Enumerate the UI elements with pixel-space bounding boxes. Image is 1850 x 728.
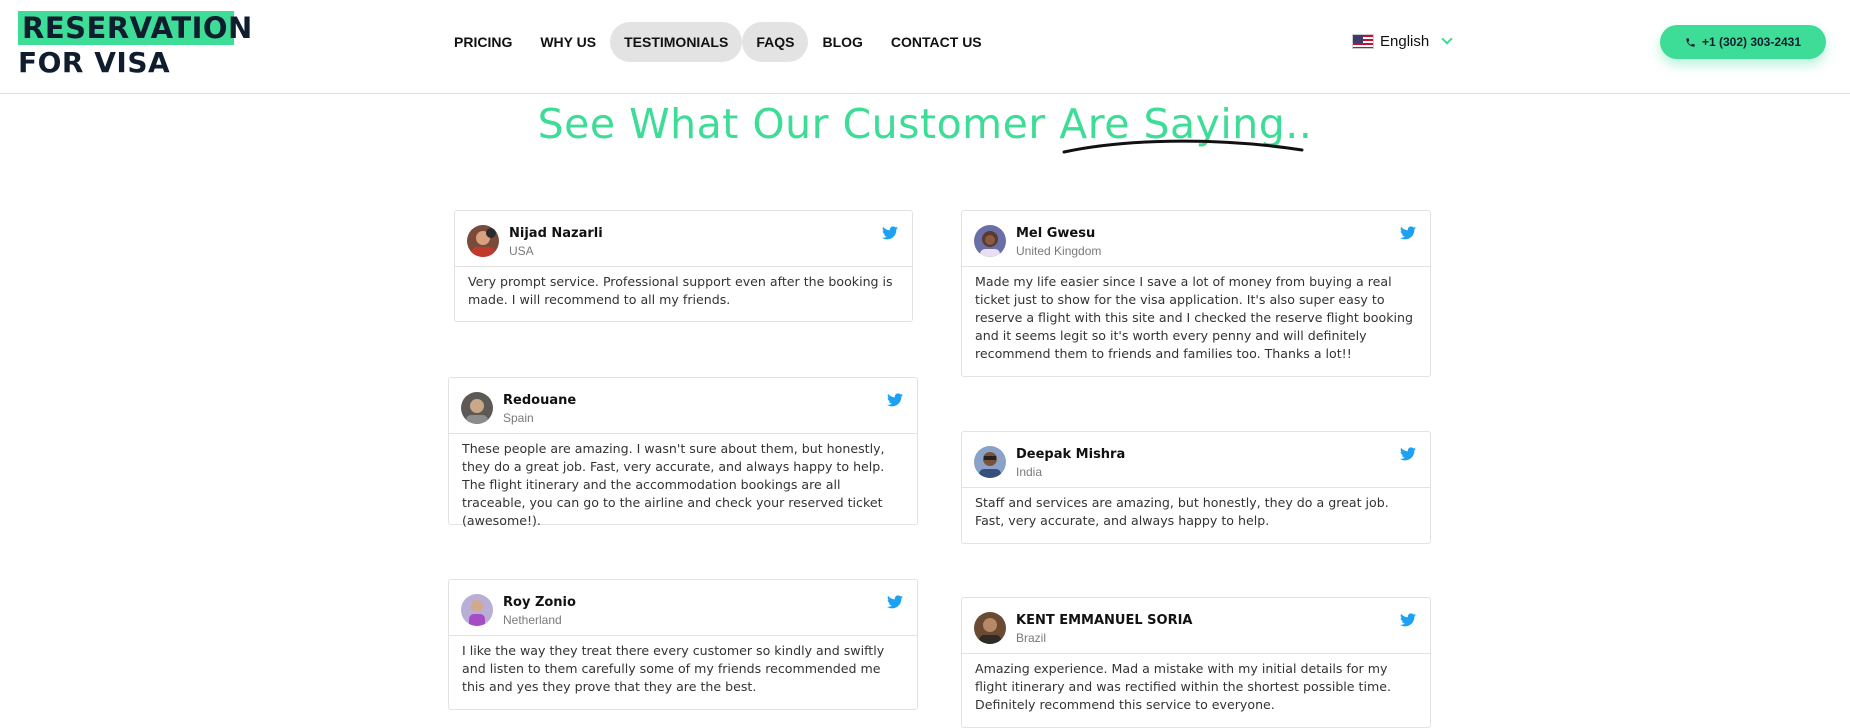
testimonial-text: Amazing experience. Mad a mistake with m… [975, 661, 1392, 712]
reviewer-country: USA [509, 244, 534, 258]
logo-top-band: RESERVATION [18, 11, 252, 45]
phone-button[interactable]: +1 (302) 303-2431 [1660, 25, 1826, 59]
avatar [461, 392, 493, 424]
testimonial-text: Staff and services are amazing, but hone… [975, 495, 1389, 528]
reviewer-country: Spain [503, 411, 534, 425]
testimonial-card: Deepak Mishra India Staff and services a… [961, 431, 1431, 544]
testimonial-text: Very prompt service. Professional suppor… [468, 274, 893, 307]
nav-item-why-us[interactable]: WHY US [526, 22, 610, 62]
nav-item-contact-us[interactable]: CONTACT US [877, 22, 996, 62]
reviewer-name: KENT EMMANUEL SORIA [1016, 613, 1193, 628]
nav-item-blog[interactable]: BLOG [808, 22, 876, 62]
logo-line1: RESERVATION [22, 11, 253, 45]
reviewer-name: Deepak Mishra [1016, 447, 1126, 462]
avatar [974, 225, 1006, 257]
testimonials-heading-wrap: See What Our Customer Are Saying.. [0, 98, 1850, 150]
twitter-icon[interactable] [1400, 613, 1416, 627]
twitter-icon[interactable] [1400, 226, 1416, 240]
language-selector[interactable]: English [1352, 30, 1453, 52]
testimonial-card: Roy Zonio Netherland I like the way they… [448, 579, 918, 710]
card-header: KENT EMMANUEL SORIA Brazil [962, 598, 1430, 654]
chevron-down-icon [1441, 33, 1453, 45]
testimonial-card: KENT EMMANUEL SORIA Brazil Amazing exper… [961, 597, 1431, 728]
card-header: Mel Gwesu United Kingdom [962, 211, 1430, 267]
reviewer-name: Nijad Nazarli [509, 226, 603, 241]
card-header: Roy Zonio Netherland [449, 580, 917, 636]
twitter-icon[interactable] [887, 595, 903, 609]
testimonial-card: Redouane Spain These people are amazing.… [448, 377, 918, 528]
reviewer-country: United Kingdom [1016, 244, 1102, 258]
reviewer-country: Netherland [503, 613, 562, 627]
main-nav: PRICING WHY US TESTIMONIALS FAQS BLOG CO… [440, 22, 996, 62]
nav-item-testimonials[interactable]: TESTIMONIALS [610, 22, 743, 62]
site-header: RESERVATION FOR VISA PRICING WHY US TEST… [0, 0, 1850, 94]
reviewer-name: Roy Zonio [503, 595, 576, 610]
reviewer-country: India [1016, 465, 1043, 479]
reviewer-name: Redouane [503, 393, 577, 408]
avatar [974, 612, 1006, 644]
phone-icon [1686, 37, 1695, 47]
reviewer-country: Brazil [1016, 631, 1047, 645]
language-label: English [1380, 32, 1430, 50]
testimonial-text: Made my life easier since I save a lot o… [975, 274, 1413, 361]
logo-line2: FOR VISA [18, 46, 171, 79]
phone-label: +1 (302) 303-2431 [1701, 35, 1802, 49]
avatar [461, 594, 493, 626]
testimonial-card: Nijad Nazarli USA Very prompt service. P… [454, 210, 913, 322]
card-header: Nijad Nazarli USA [455, 211, 912, 267]
testimonial-text: I like the way they treat there every cu… [462, 643, 885, 694]
avatar [974, 446, 1006, 478]
site-logo[interactable]: RESERVATION FOR VISA [18, 11, 252, 81]
twitter-icon[interactable] [887, 393, 903, 407]
card-header: Deepak Mishra India [962, 432, 1430, 488]
avatar [467, 225, 499, 257]
testimonial-card: Mel Gwesu United Kingdom Made my life ea… [961, 210, 1431, 377]
reviewer-name: Mel Gwesu [1016, 226, 1096, 241]
twitter-icon[interactable] [882, 226, 898, 240]
card-header: Redouane Spain [449, 378, 917, 434]
us-flag-icon [1352, 33, 1374, 49]
testimonial-text: These people are amazing. I wasn't sure … [462, 441, 885, 528]
nav-item-pricing[interactable]: PRICING [440, 22, 526, 62]
twitter-icon[interactable] [1400, 447, 1416, 461]
nav-item-faqs[interactable]: FAQS [742, 22, 809, 62]
title-underline-swoosh [1062, 139, 1304, 154]
